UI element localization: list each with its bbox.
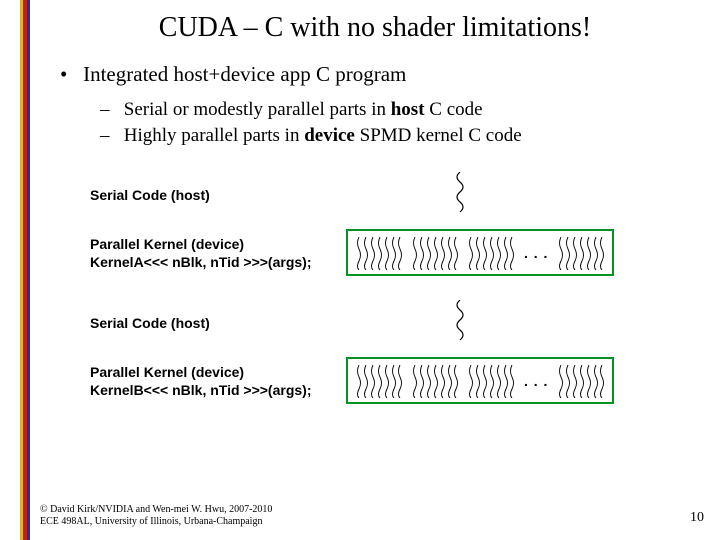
page-number: 10 xyxy=(690,510,704,526)
serial-row-1: Serial Code (host) xyxy=(40,172,700,217)
parallel-row-a: Parallel Kernel (device) KernelA<<< nBlk… xyxy=(40,229,700,276)
serial-label-2: Serial Code (host) xyxy=(40,314,350,332)
kernel-b-box: . . . xyxy=(346,357,614,404)
thread-block-icon xyxy=(410,363,460,398)
slide-content: CUDA – C with no shader limitations! • I… xyxy=(40,12,700,404)
thread-block-icon xyxy=(354,363,404,398)
thread-block-icon xyxy=(556,363,606,398)
serial-row-2: Serial Code (host) xyxy=(40,300,700,345)
slide-title: CUDA – C with no shader limitations! xyxy=(50,12,700,44)
copyright-footer: © David Kirk/NVIDIA and Wen-mei W. Hwu, … xyxy=(40,504,272,528)
thread-block-icon xyxy=(466,235,516,270)
thread-block-icon xyxy=(466,363,516,398)
parallel-row-b: Parallel Kernel (device) KernelB<<< nBlk… xyxy=(40,357,700,404)
bullet-sub-2: – Highly parallel parts in device SPMD k… xyxy=(100,123,700,149)
ellipsis: . . . xyxy=(522,373,550,389)
squiggle-icon xyxy=(450,300,470,340)
bullet-main-text: Integrated host+device app C program xyxy=(83,62,406,86)
parallel-label-a: Parallel Kernel (device) KernelA<<< nBlk… xyxy=(40,235,340,271)
bullet-sub-1: – Serial or modestly parallel parts in h… xyxy=(100,97,700,123)
thread-block-icon xyxy=(556,235,606,270)
ellipsis: . . . xyxy=(522,245,550,261)
parallel-label-b: Parallel Kernel (device) KernelB<<< nBlk… xyxy=(40,363,340,399)
kernel-a-call: KernelA<<< nBlk, nTid >>>(args); xyxy=(90,253,340,271)
side-accent-stripe xyxy=(20,0,30,540)
kernel-b-call: KernelB<<< nBlk, nTid >>>(args); xyxy=(90,381,340,399)
bullet-main: • Integrated host+device app C program xyxy=(60,62,700,87)
thread-block-icon xyxy=(410,235,460,270)
kernel-a-box: . . . xyxy=(346,229,614,276)
thread-block-icon xyxy=(354,235,404,270)
serial-label-1: Serial Code (host) xyxy=(40,186,350,204)
squiggle-icon xyxy=(450,172,470,212)
